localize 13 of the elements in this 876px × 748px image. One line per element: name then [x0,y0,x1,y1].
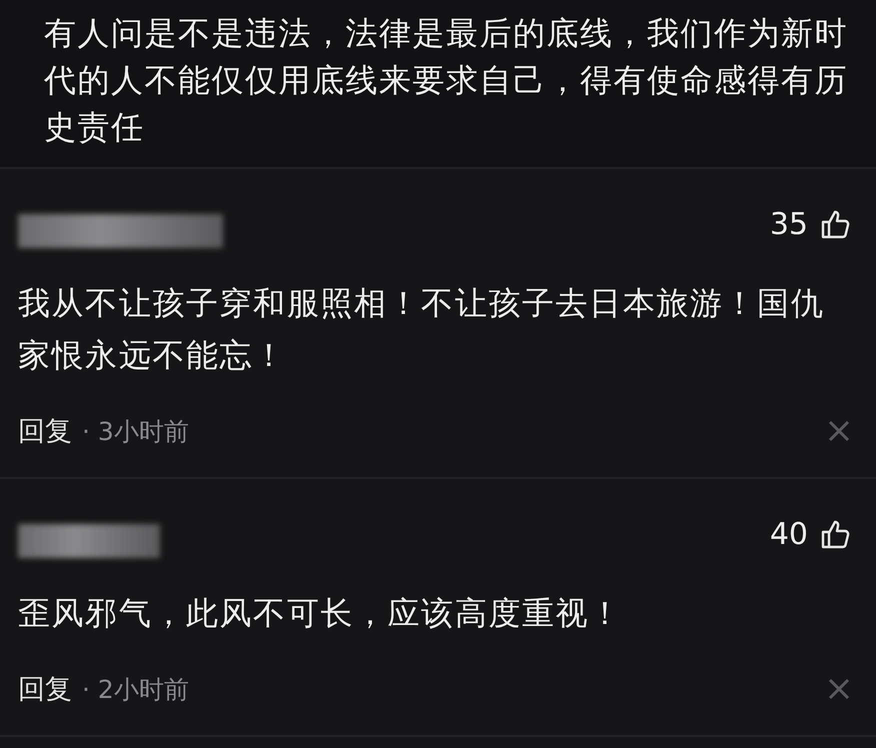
comment-text: 有人问是不是违法，法律是最后的底线，我们作为新时代的人不能仅仅用底线来要求自己，得有使命感得有历史责任 [44,13,849,148]
close-icon[interactable] [828,420,850,442]
comment-time: · 2小时前 [82,674,189,706]
reply-link[interactable]: 回复 [18,671,72,707]
comment-time: · 3小时前 [82,416,189,448]
thumbs-up-icon[interactable] [820,519,850,549]
thumbs-up-icon[interactable] [820,209,850,239]
like-count: 35 [770,206,808,242]
comment-text: 我从不让孩子穿和服照相！不让孩子去日本旅游！国仇家恨永远不能忘！ [18,283,826,376]
reply-link[interactable]: 回复 [18,413,72,449]
like-count: 40 [770,516,808,552]
close-icon[interactable] [828,678,850,700]
comment-text: 歪风邪气，此风不可长，应该高度重视！ [18,593,624,634]
